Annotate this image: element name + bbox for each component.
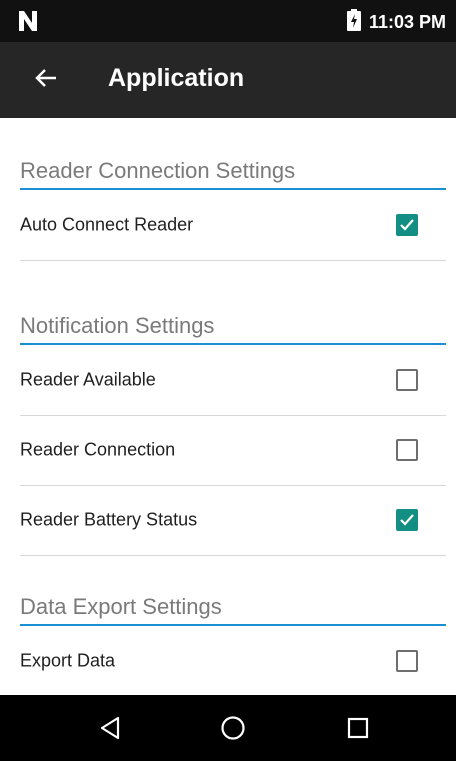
export-data-checkbox[interactable] — [396, 650, 418, 672]
square-recents-icon — [347, 717, 369, 739]
auto-connect-reader-checkbox[interactable] — [396, 214, 418, 236]
back-button[interactable] — [26, 62, 66, 98]
circle-home-icon — [221, 716, 245, 740]
setting-label: Export Data — [20, 650, 116, 671]
section-title: Data Export Settings — [20, 594, 222, 619]
setting-label: Reader Battery Status — [20, 509, 198, 530]
status-time: 11:03 PM — [368, 11, 446, 32]
status-right: 11:03 PM — [346, 8, 446, 36]
setting-row-reader-connection[interactable]: Reader Connection — [20, 415, 446, 486]
setting-row-reader-available[interactable]: Reader Available — [20, 345, 446, 416]
nav-home-button[interactable] — [217, 712, 249, 744]
triangle-back-icon — [100, 716, 120, 740]
reader-connection-checkbox[interactable] — [396, 439, 418, 461]
section-header-notification: Notification Settings — [20, 311, 446, 345]
arrow-left-icon — [34, 68, 58, 93]
reader-available-checkbox[interactable] — [396, 369, 418, 391]
battery-charging-icon — [346, 8, 361, 36]
reader-battery-status-checkbox[interactable] — [396, 509, 418, 531]
n-notification-icon — [18, 10, 38, 37]
setting-label: Reader Available — [20, 369, 156, 390]
section-header-data-export: Data Export Settings — [20, 592, 446, 626]
navigation-bar — [0, 695, 456, 761]
setting-row-export-data[interactable]: Export Data — [20, 626, 446, 697]
status-bar: 11:03 PM — [0, 0, 456, 42]
section-title: Reader Connection Settings — [20, 158, 296, 183]
nav-back-button[interactable] — [94, 712, 126, 744]
section-header-reader-connection: Reader Connection Settings — [20, 156, 446, 190]
page-title: Application — [108, 64, 245, 92]
setting-label: Auto Connect Reader — [20, 214, 194, 235]
nav-recents-button[interactable] — [342, 712, 374, 744]
setting-row-reader-battery-status[interactable]: Reader Battery Status — [20, 485, 446, 556]
settings-list: Reader Connection Settings Auto Connect … — [0, 118, 456, 697]
checkmark-icon — [400, 514, 414, 526]
toolbar: Application — [0, 42, 456, 118]
setting-row-auto-connect-reader[interactable]: Auto Connect Reader — [20, 190, 446, 261]
checkmark-icon — [400, 219, 414, 231]
section-title: Notification Settings — [20, 313, 215, 338]
setting-label: Reader Connection — [20, 439, 176, 460]
